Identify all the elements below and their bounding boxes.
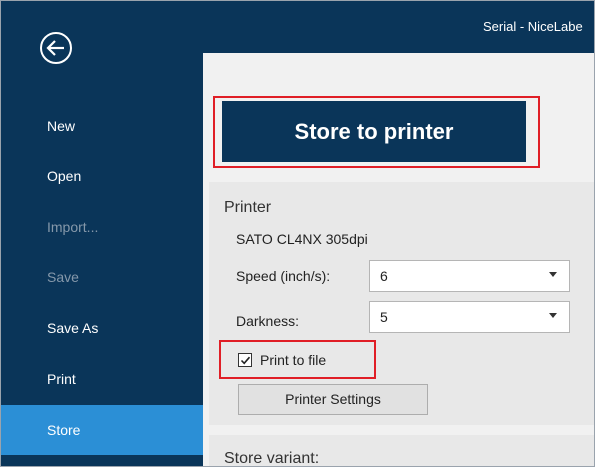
- sidebar-item-store[interactable]: Store: [1, 405, 203, 455]
- store-content: Store to printer Printer SATO CL4NX 305d…: [203, 53, 594, 466]
- store-variant-title: Store variant:: [224, 450, 320, 467]
- title-bar: Serial - NiceLabe: [203, 1, 594, 53]
- sidebar-item-import: Import...: [1, 202, 203, 252]
- sidebar-item-label: New: [47, 118, 76, 134]
- sidebar-item-save: Save: [1, 252, 203, 302]
- chevron-down-icon: [549, 313, 557, 318]
- sidebar-item-label: Store: [47, 422, 81, 438]
- printer-panel: Printer SATO CL4NX 305dpi Speed (inch/s)…: [209, 182, 594, 425]
- highlight-box: [219, 340, 376, 379]
- darkness-dropdown[interactable]: 5: [369, 301, 570, 333]
- speed-value: 6: [380, 268, 388, 284]
- store-variant-panel: Store variant:: [209, 435, 594, 467]
- sidebar-item-new[interactable]: New: [1, 101, 203, 151]
- sidebar-item-label: Save: [47, 269, 79, 285]
- sidebar-item-print[interactable]: Print: [1, 354, 203, 404]
- printer-name: SATO CL4NX 305dpi: [236, 231, 368, 247]
- sidebar-item-label: Import...: [47, 219, 99, 235]
- darkness-value: 5: [380, 309, 388, 325]
- speed-dropdown[interactable]: 6: [369, 260, 570, 292]
- sidebar-item-label: Open: [47, 168, 82, 184]
- window-title: Serial - NiceLabe: [483, 19, 583, 34]
- chevron-down-icon: [549, 272, 557, 277]
- printer-settings-button[interactable]: Printer Settings: [238, 384, 428, 415]
- speed-label: Speed (inch/s):: [236, 268, 331, 284]
- sidebar-item-open[interactable]: Open: [1, 151, 203, 201]
- darkness-label: Darkness:: [236, 313, 300, 329]
- printer-section-title: Printer: [224, 199, 272, 216]
- back-arrow-circle-icon: [40, 32, 72, 64]
- back-button[interactable]: [36, 28, 76, 68]
- sidebar-item-save-as[interactable]: Save As: [1, 303, 203, 353]
- app-window: New Open Import... Save Save As Print St…: [0, 0, 595, 467]
- backstage-sidebar: New Open Import... Save Save As Print St…: [1, 1, 203, 466]
- sidebar-item-label: Print: [47, 371, 76, 387]
- highlight-box: [213, 96, 540, 168]
- sidebar-item-label: Save As: [47, 320, 99, 336]
